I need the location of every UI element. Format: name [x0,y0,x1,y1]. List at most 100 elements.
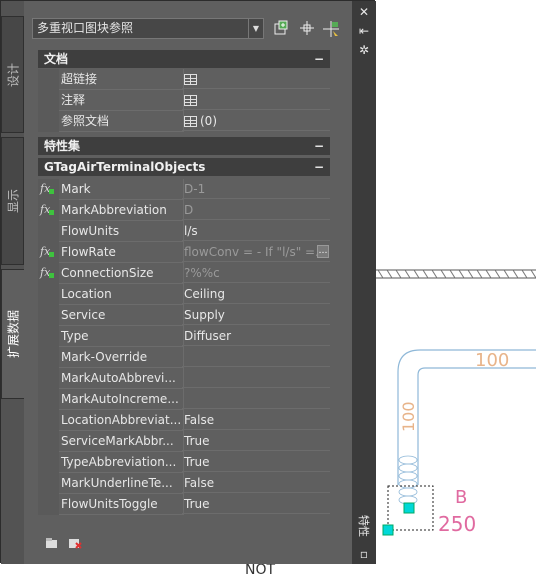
property-value-text: False [184,476,215,490]
grip-corner[interactable] [382,524,394,536]
property-value[interactable]: Diffuser [182,326,330,346]
row-gutter [38,431,59,452]
property-value-text: Diffuser [184,329,232,343]
property-value[interactable]: True [182,494,330,514]
tab-display[interactable]: 显示 [1,137,24,265]
property-name: MarkAutoAbbrevi... [59,368,184,389]
palette-corner-icon[interactable]: ▫ [352,546,376,562]
hatch-mark [386,269,393,279]
property-value-text: False [184,413,215,427]
property-row[interactable]: fx MarkAbbreviation D [38,200,330,221]
formula-icon: fx [40,266,57,281]
property-value[interactable]: (0) [182,111,330,131]
section-document[interactable]: 文档 − [38,50,330,68]
property-name: Type [59,326,184,347]
property-value[interactable] [182,347,330,367]
property-value[interactable] [182,69,330,89]
property-value-text: Supply [184,308,225,322]
hatch-mark [431,269,438,279]
toggle-pickadd-icon[interactable] [272,20,290,38]
hatch-mark [422,269,429,279]
property-value[interactable] [182,90,330,110]
row-gutter [38,305,59,326]
row-gutter [38,452,59,473]
row-gutter: fx [38,263,59,284]
property-row[interactable]: ServiceMarkAbbr... True [38,431,330,452]
section-document-title: 文档 [44,52,69,66]
collapse-icon[interactable]: − [314,158,324,176]
collapse-icon[interactable]: − [314,137,324,155]
select-objects-icon[interactable] [298,20,316,38]
section-property-sets[interactable]: 特性集 − [38,137,330,155]
auto-hide-icon[interactable]: ⇤ [352,23,376,39]
properties-menu-icon[interactable]: ✲ [352,42,376,58]
property-set-icon[interactable] [45,537,59,549]
property-value[interactable]: l/s [182,221,330,241]
property-value-text: True [184,455,210,469]
property-value[interactable]: ?%%c [182,263,330,283]
property-name: 超链接 [59,69,184,90]
property-value-text: D [184,203,194,217]
hatch-mark [377,269,384,279]
row-gutter [38,410,59,431]
object-type-dropdown[interactable]: 多重视口图块参照 ▼ [32,18,264,39]
property-value[interactable]: D [182,200,330,220]
grip-center[interactable] [403,502,415,514]
section-property-sets-title: 特性集 [44,139,81,153]
close-icon[interactable]: ✕ [352,4,376,20]
property-row[interactable]: fx FlowRate flowConv = - If "l/s" =...… [38,242,330,263]
property-value-text: Ceiling [184,287,225,301]
tab-extended-data-label: 扩展数据 [6,309,21,359]
property-row[interactable]: FlowUnitsToggle True [38,494,330,515]
property-value[interactable]: True [182,452,330,472]
property-row[interactable]: MarkAutoIncreme... [38,389,330,410]
property-row[interactable]: TypeAbbreviation... True [38,452,330,473]
property-row[interactable]: Mark-Override [38,347,330,368]
property-row[interactable]: FlowUnits l/s [38,221,330,242]
property-value[interactable]: D-1 [182,179,330,199]
air-terminal-tag-number: 250 [438,512,476,536]
section-gtag-air-terminal[interactable]: GTagAirTerminalObjects − [38,158,330,176]
property-value-text: ?%%c [184,266,220,280]
doc-row-reference-docs[interactable]: 参照文档 (0) [38,111,330,132]
property-value[interactable] [182,368,330,388]
tab-extended-data[interactable]: 扩展数据 [1,269,24,399]
doc-row-hyperlink[interactable]: 超链接 [38,69,330,90]
row-gutter [38,284,59,305]
property-name: 参照文档 [59,111,184,132]
property-row[interactable]: Service Supply [38,305,330,326]
property-name: MarkAbbreviation [59,200,184,221]
edit-formula-button[interactable]: … [317,245,329,258]
property-row[interactable]: fx Mark D-1 [38,179,330,200]
property-row[interactable]: Location Ceiling [38,284,330,305]
property-row[interactable]: MarkUnderlineTe... False [38,473,330,494]
property-value[interactable]: Ceiling [182,284,330,304]
duct-size-label-vertical: 100 [399,401,418,432]
property-value[interactable]: True [182,431,330,451]
property-value-text: l/s [184,224,198,238]
property-value[interactable]: False [182,410,330,430]
remove-property-set-icon[interactable] [68,537,82,549]
hatch-mark [485,269,492,279]
property-name: LocationAbbreviat... [59,410,184,431]
property-row[interactable]: fx ConnectionSize ?%%c [38,263,330,284]
property-value[interactable]: Supply [182,305,330,325]
property-value[interactable]: flowConv = - If "l/s" =...… [182,242,330,262]
row-gutter [38,111,59,132]
property-row[interactable]: LocationAbbreviat... False [38,410,330,431]
collapse-icon[interactable]: − [314,50,324,68]
tab-design[interactable]: 设计 [1,16,24,133]
quick-select-icon[interactable] [322,20,340,38]
hatch-mark [413,269,420,279]
property-value[interactable] [182,389,330,409]
object-type-value: 多重视口图块参照 [37,21,134,35]
property-row[interactable]: MarkAutoAbbrevi... [38,368,330,389]
property-row[interactable]: Type Diffuser [38,326,330,347]
doc-row-notes[interactable]: 注释 [38,90,330,111]
duct-elbow-inner [417,367,536,485]
palette-title-strip[interactable]: ✕ ⇤ ✲ 特性 ▫ [352,1,376,564]
property-value[interactable]: False [182,473,330,493]
chevron-down-icon[interactable]: ▼ [248,19,263,38]
hatch-mark [449,269,456,279]
hatch-mark [395,269,402,279]
